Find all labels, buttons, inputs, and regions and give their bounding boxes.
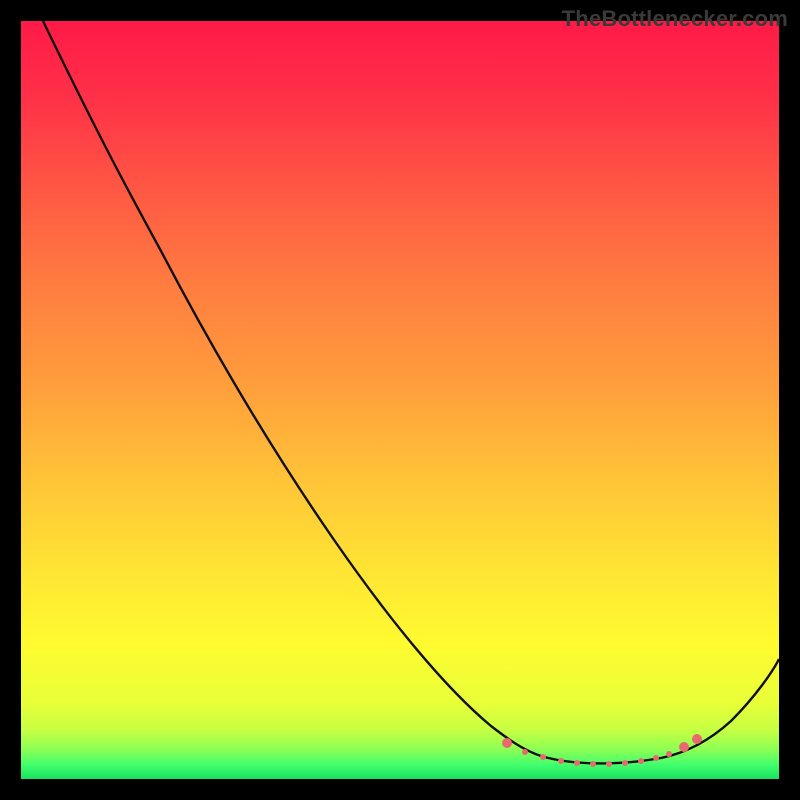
marker-dot: [638, 758, 644, 764]
marker-dot: [558, 758, 564, 764]
marker-dot: [606, 761, 612, 767]
plot-area: [21, 21, 779, 779]
marker-dot: [502, 738, 512, 748]
marker-dot: [692, 734, 702, 744]
marker-dot: [522, 749, 528, 755]
marker-dot: [590, 761, 596, 767]
marker-dot: [679, 742, 689, 752]
gradient-rect: [21, 21, 779, 779]
marker-dot: [622, 760, 628, 766]
plot-svg: [21, 21, 779, 779]
marker-dot: [574, 760, 580, 766]
watermark-text: TheBottlenecker.com: [562, 6, 788, 32]
chart-stage: TheBottlenecker.com: [0, 0, 800, 800]
marker-dot: [540, 754, 546, 760]
marker-dot: [666, 751, 672, 757]
marker-dot: [653, 755, 659, 761]
